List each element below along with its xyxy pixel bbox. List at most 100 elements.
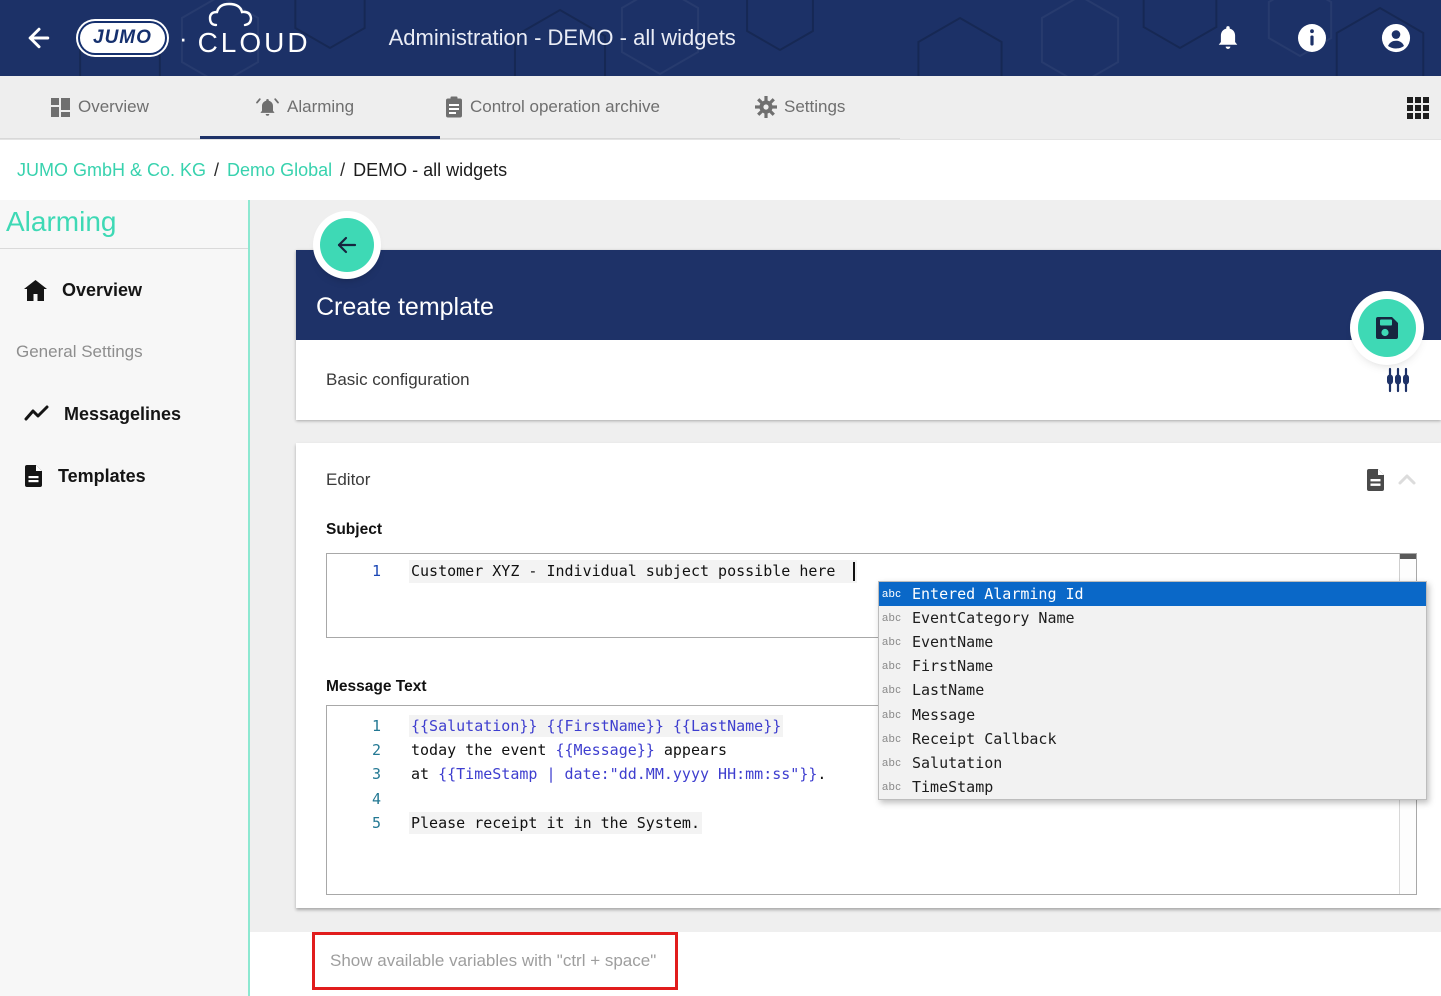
code-line-text: {{Salutation}} {{FirstName}} {{LastName}…	[411, 717, 781, 735]
sidebar-item-messagelines[interactable]: Messagelines	[0, 383, 248, 445]
sidebar-item-label: Messagelines	[64, 404, 181, 425]
editor-document-icon[interactable]	[1366, 469, 1385, 491]
abc-type-icon: abc	[882, 757, 904, 769]
jumo-logo-pill: JUMO	[80, 23, 165, 53]
sidebar-item-label: Overview	[62, 280, 142, 301]
back-fab-button[interactable]	[320, 218, 374, 272]
autocomplete-item-label: EventCategory Name	[912, 609, 1075, 627]
breadcrumb-link-demo-global[interactable]: Demo Global	[227, 160, 332, 181]
tune-sliders-icon[interactable]	[1385, 367, 1411, 393]
text-cursor	[853, 562, 855, 581]
autocomplete-item-label: TimeStamp	[912, 778, 993, 796]
sidebar-title: Alarming	[0, 200, 248, 249]
abc-type-icon: abc	[882, 684, 904, 696]
line-number: 5	[327, 814, 411, 832]
breadcrumb: JUMO GmbH & Co. KG / Demo Global / DEMO …	[0, 140, 1441, 200]
jumo-cloud-logo[interactable]: JUMO · CLOUD	[80, 17, 311, 59]
autocomplete-item-label: Salutation	[912, 754, 1002, 772]
user-account-icon[interactable]	[1381, 23, 1411, 53]
abc-type-icon: abc	[882, 660, 904, 672]
subject-scrollbar[interactable]	[1399, 554, 1416, 582]
line-number: 1	[327, 562, 411, 580]
subject-label: Subject	[326, 521, 1417, 539]
document-icon	[24, 465, 43, 487]
autocomplete-item[interactable]: abc Salutation	[879, 751, 1426, 775]
basic-configuration-row: Basic configuration	[296, 340, 1441, 420]
abc-type-icon: abc	[882, 612, 904, 624]
breadcrumb-separator: /	[214, 160, 219, 181]
save-floppy-icon	[1374, 315, 1400, 341]
breadcrumb-current: DEMO - all widgets	[353, 160, 507, 181]
apps-grid-icon[interactable]	[1407, 97, 1429, 119]
page-title: Administration - DEMO - all widgets	[389, 25, 736, 51]
back-arrow-icon[interactable]	[24, 23, 54, 53]
subject-line-text[interactable]: Customer XYZ - Individual subject possib…	[411, 562, 855, 581]
autocomplete-item-label: EventName	[912, 633, 993, 651]
editor-label: Editor	[326, 470, 370, 490]
info-icon[interactable]	[1297, 23, 1327, 53]
autocomplete-item-label: Message	[912, 706, 975, 724]
tab-label: Control operation archive	[470, 97, 660, 117]
autocomplete-item[interactable]: abc FirstName	[879, 654, 1426, 678]
sidebar-item-label: Templates	[58, 466, 146, 487]
breadcrumb-separator: /	[340, 160, 345, 181]
logo-separator-dot: ·	[179, 23, 188, 54]
sidebar-item-overview[interactable]: Overview	[0, 259, 248, 321]
autocomplete-item-label: Entered Alarming Id	[912, 585, 1084, 603]
sidebar-item-templates[interactable]: Templates	[0, 445, 248, 507]
code-line-text: at {{TimeStamp | date:"dd.MM.yyyy HH:mm:…	[411, 765, 826, 783]
code-line-text: today the event {{Message}} appears	[411, 741, 727, 759]
basic-configuration-label: Basic configuration	[326, 370, 470, 390]
save-fab-button[interactable]	[1358, 299, 1416, 357]
line-number: 2	[327, 741, 411, 759]
line-number: 1	[327, 717, 411, 735]
code-line[interactable]: 5 Please receipt it in the System.	[327, 811, 1416, 835]
code-line-text: Please receipt it in the System.	[411, 814, 700, 832]
create-template-card: Create template Basic configuration	[296, 250, 1441, 420]
line-number: 3	[327, 765, 411, 783]
main-content: Create template Basic configuration Edit…	[250, 200, 1441, 996]
gear-icon	[755, 96, 777, 118]
autocomplete-item[interactable]: abc LastName	[879, 678, 1426, 702]
create-template-header: Create template	[296, 250, 1441, 340]
hint-annotation-box: Show available variables with "ctrl + sp…	[312, 932, 678, 990]
tab-control-operation-archive[interactable]: Control operation archive	[440, 76, 755, 138]
bottom-strip: Show available variables with "ctrl + sp…	[250, 932, 1441, 996]
alarm-bell-icon	[255, 96, 280, 118]
autocomplete-item-label: FirstName	[912, 657, 993, 675]
autocomplete-item[interactable]: abc Entered Alarming Id	[879, 582, 1426, 606]
alarming-sidebar: Alarming Overview General Settings Messa…	[0, 200, 250, 996]
notifications-bell-icon[interactable]	[1213, 23, 1243, 53]
tab-label: Alarming	[287, 97, 354, 117]
line-number: 4	[327, 790, 411, 808]
abc-type-icon: abc	[882, 709, 904, 721]
autocomplete-item[interactable]: abc EventName	[879, 630, 1426, 654]
cloud-outline-icon	[202, 1, 274, 27]
top-app-bar: JUMO · CLOUD Administration - DEMO - all…	[0, 0, 1441, 76]
main-tab-bar: Overview Alarming Control operation arch…	[0, 76, 1441, 140]
autocomplete-item[interactable]: abc Message	[879, 702, 1426, 726]
sidebar-item-label: General Settings	[16, 342, 143, 362]
dashboard-icon	[50, 97, 71, 118]
tab-overview[interactable]: Overview	[0, 76, 200, 138]
sidebar-item-general-settings[interactable]: General Settings	[0, 321, 248, 383]
hint-text: Show available variables with "ctrl + sp…	[330, 951, 656, 971]
autocomplete-item[interactable]: abc TimeStamp	[879, 775, 1426, 799]
autocomplete-item[interactable]: abc EventCategory Name	[879, 606, 1426, 630]
collapse-chevron-up-icon[interactable]	[1397, 473, 1417, 487]
abc-type-icon: abc	[882, 636, 904, 648]
autocomplete-item-label: Receipt Callback	[912, 730, 1057, 748]
variable-autocomplete-dropdown: abc Entered Alarming Id abc EventCategor…	[878, 581, 1427, 800]
tab-label: Settings	[784, 97, 845, 117]
tab-label: Overview	[78, 97, 149, 117]
card-title: Create template	[316, 293, 494, 322]
editor-card: Editor Subject 1 Customer XYZ - Individu…	[296, 443, 1441, 908]
clipboard-icon	[445, 96, 463, 118]
breadcrumb-link-company[interactable]: JUMO GmbH & Co. KG	[17, 160, 206, 181]
tab-settings[interactable]: Settings	[755, 76, 900, 138]
tab-alarming[interactable]: Alarming	[200, 76, 440, 138]
arrow-left-icon	[335, 233, 359, 257]
abc-type-icon: abc	[882, 588, 904, 600]
autocomplete-item-label: LastName	[912, 681, 984, 699]
autocomplete-item[interactable]: abc Receipt Callback	[879, 727, 1426, 751]
